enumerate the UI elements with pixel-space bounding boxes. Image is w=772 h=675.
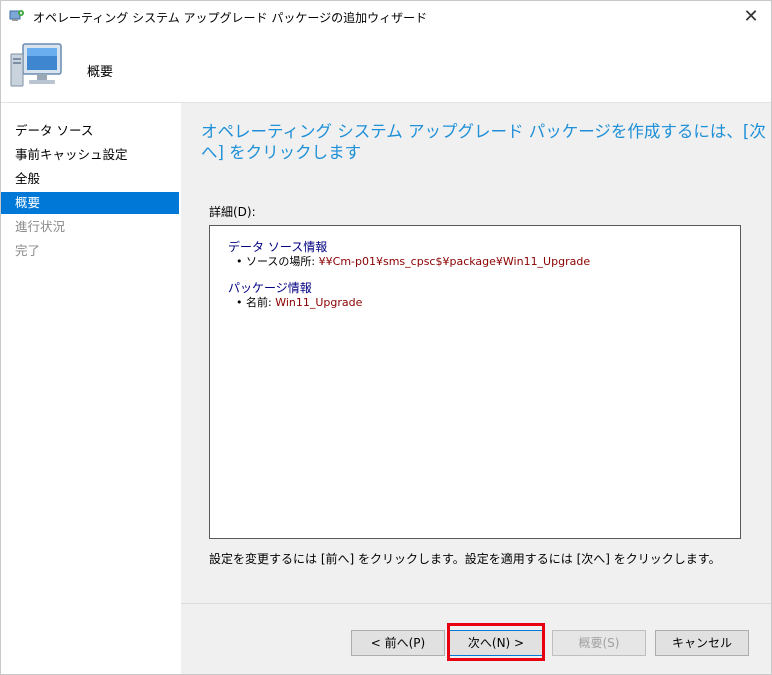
next-button-highlight xyxy=(447,623,545,661)
summary-heading: オペレーティング システム アップグレード パッケージを作成するには、[次へ] … xyxy=(201,122,766,162)
source-location-label: • ソースの場所: xyxy=(236,255,319,268)
wizard-window: オペレーティング システム アップグレード パッケージの追加ウィザード ✕ 概要… xyxy=(0,0,772,675)
computer-monitor-icon xyxy=(10,43,62,87)
nav-item-precache[interactable]: 事前キャッシュ設定 xyxy=(1,144,179,166)
details-textbox[interactable]: データ ソース情報 • ソースの場所: ¥¥Cm-p01¥sms_cpsc$¥p… xyxy=(209,225,741,539)
nav-item-complete: 完了 xyxy=(15,243,41,258)
nav-item-summary[interactable]: 概要 xyxy=(1,192,179,214)
wizard-app-icon xyxy=(9,10,24,21)
summary-button: 概要(S) xyxy=(552,630,646,656)
button-separator xyxy=(181,603,771,604)
page-title: 概要 xyxy=(87,65,114,80)
source-location-line: • ソースの場所: ¥¥Cm-p01¥sms_cpsc$¥package¥Win… xyxy=(236,253,590,269)
page-header: 概要 xyxy=(1,32,771,103)
nav-item-general[interactable]: 全般 xyxy=(1,168,179,190)
nav-item-data-source[interactable]: データ ソース xyxy=(1,120,179,142)
package-name-value: Win11_Upgrade xyxy=(275,296,363,309)
close-icon[interactable]: ✕ xyxy=(731,1,771,32)
source-location-value: ¥¥Cm-p01¥sms_cpsc$¥package¥Win11_Upgrade xyxy=(318,255,591,268)
cancel-button[interactable]: キャンセル xyxy=(655,630,749,656)
prev-button[interactable]: < 前へ(P) xyxy=(351,630,445,656)
package-name-line: • 名前: Win11_Upgrade xyxy=(236,294,362,310)
title-bar: オペレーティング システム アップグレード パッケージの追加ウィザード ✕ xyxy=(1,1,771,32)
instruction-text: 設定を変更するには [前へ] をクリックします。設定を適用するには [次へ] を… xyxy=(209,552,721,566)
nav-item-progress: 進行状況 xyxy=(15,219,66,234)
content-panel: オペレーティング システム アップグレード パッケージを作成するには、[次へ] … xyxy=(181,103,771,674)
wizard-step-nav: データ ソース 事前キャッシュ設定 全般 概要 進行状況 完了 xyxy=(1,103,179,674)
window-title: オペレーティング システム アップグレード パッケージの追加ウィザード xyxy=(33,11,428,25)
package-name-label: • 名前: xyxy=(236,296,276,309)
detail-label: 詳細(D): xyxy=(209,205,256,219)
